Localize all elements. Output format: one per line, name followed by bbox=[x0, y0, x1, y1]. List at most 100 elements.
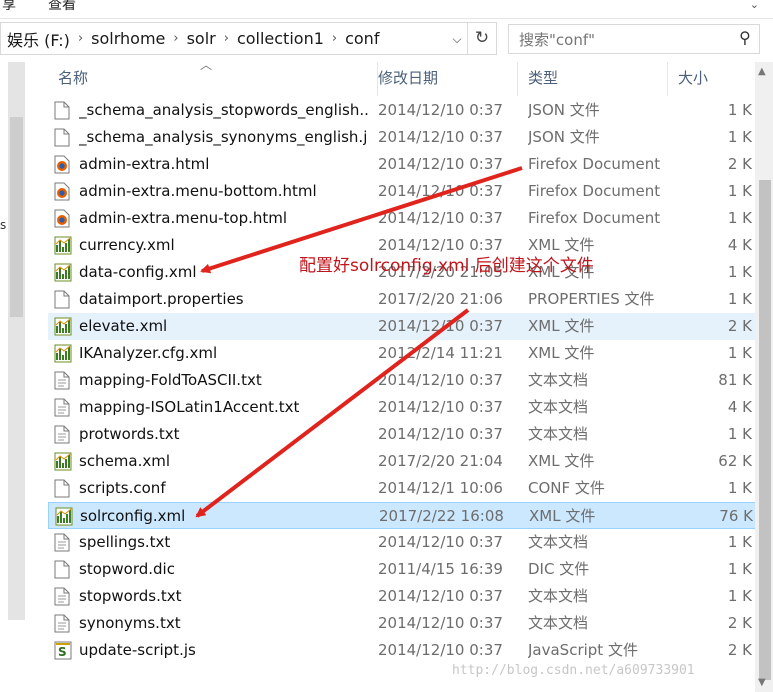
breadcrumb-collection1[interactable]: collection1 bbox=[231, 29, 330, 48]
breadcrumb-solrhome[interactable]: solrhome bbox=[85, 29, 171, 48]
search-box[interactable]: ⚲ bbox=[508, 24, 760, 54]
file-name: mapping-ISOLatin1Accent.txt bbox=[79, 398, 300, 416]
file-type: 文本文档 bbox=[528, 533, 589, 551]
annotation-note: 配置好solrconfig.xml 后创建这个文件 bbox=[299, 256, 594, 276]
file-row[interactable]: mapping-FoldToASCII.txt 2014/12/10 0:37 文本… bbox=[48, 367, 773, 394]
file-date: 2014/12/10 0:37 bbox=[378, 317, 503, 335]
watermark: http://blog.csdn.net/a609733901 bbox=[452, 663, 695, 678]
file-row[interactable]: spellings.txt 2014/12/10 0:37 文本文档 1 K bbox=[48, 529, 773, 556]
file-name: _schema_analysis_synonyms_english.j... bbox=[79, 128, 369, 146]
file-date: 2017/2/22 16:08 bbox=[379, 507, 504, 525]
file-name: admin-extra.menu-top.html bbox=[79, 209, 288, 227]
column-header-size[interactable]: 大小 bbox=[668, 62, 758, 96]
file-row[interactable]: scripts.conf 2014/12/1 10:06 CONF 文件 1 K bbox=[48, 475, 773, 502]
file-row[interactable]: protwords.txt 2014/12/10 0:37 文本文档 1 K bbox=[48, 421, 773, 448]
svg-text:S: S bbox=[58, 645, 67, 659]
file-row[interactable]: elevate.xml 2014/12/10 0:37 XML 文件 2 K bbox=[48, 313, 773, 340]
file-date: 2014/12/10 0:37 bbox=[378, 128, 503, 146]
file-type: XML 文件 bbox=[528, 452, 595, 470]
ribbon-tab-share[interactable]: 享 bbox=[2, 0, 16, 14]
file-icon bbox=[54, 290, 72, 309]
file-size: 2 K bbox=[727, 614, 752, 632]
file-size: 1 K bbox=[727, 209, 752, 227]
file-row[interactable]: Supdate-script.js 2014/12/10 0:37 JavaScri… bbox=[48, 637, 773, 664]
file-type: XML 文件 bbox=[528, 317, 595, 335]
file-row[interactable]: admin-extra.menu-bottom.html 2014/12/10 0… bbox=[48, 178, 773, 205]
column-header-name[interactable]: 名称 bbox=[48, 62, 378, 96]
file-row[interactable]: schema.xml 2017/2/20 21:04 XML 文件 62 K bbox=[48, 448, 773, 475]
file-type: CONF 文件 bbox=[528, 479, 605, 497]
file-type: DIC 文件 bbox=[528, 560, 590, 578]
file-row[interactable]: mapping-ISOLatin1Accent.txt 2014/12/10 0:… bbox=[48, 394, 773, 421]
breadcrumb: 娱乐 (F:) › solrhome › solr › collection1 … bbox=[1, 23, 385, 54]
address-bar[interactable]: 娱乐 (F:) › solrhome › solr › collection1 … bbox=[0, 22, 497, 55]
text-file-icon bbox=[54, 425, 72, 444]
file-date: 2014/12/10 0:37 bbox=[378, 614, 503, 632]
file-date: 2017/2/20 21:04 bbox=[378, 452, 503, 470]
chevron-down-icon[interactable]: ⌵ bbox=[448, 27, 466, 51]
file-size: 1 K bbox=[727, 128, 752, 146]
scroll-down-icon[interactable]: ▼ bbox=[758, 677, 766, 688]
chevron-right-icon[interactable]: › bbox=[222, 31, 231, 46]
file-date: 2014/12/10 0:37 bbox=[378, 425, 503, 443]
xml-file-icon bbox=[54, 263, 72, 282]
ribbon-strip: 享 查看 ⌄ bbox=[0, 0, 773, 19]
file-row[interactable]: stopwords.txt 2014/12/10 0:37 文本文档 1 K bbox=[48, 583, 773, 610]
nav-pane-scrollbar[interactable] bbox=[8, 62, 25, 620]
breadcrumb-drive[interactable]: 娱乐 (F:) bbox=[1, 27, 76, 51]
file-name: _schema_analysis_stopwords_english.... bbox=[79, 101, 369, 119]
chevron-right-icon[interactable]: › bbox=[76, 31, 85, 46]
file-type: 文本文档 bbox=[528, 614, 589, 632]
file-name: IKAnalyzer.cfg.xml bbox=[79, 344, 218, 362]
file-size: 81 K bbox=[718, 371, 752, 389]
breadcrumb-conf[interactable]: conf bbox=[339, 29, 385, 48]
file-size: 1 K bbox=[727, 479, 752, 497]
vertical-scrollbar[interactable]: ▲ ▼ bbox=[755, 62, 773, 692]
file-row[interactable]: admin-extra.menu-top.html 2014/12/10 0:37… bbox=[48, 205, 773, 232]
file-row[interactable]: synonyms.txt 2014/12/10 0:37 文本文档 2 K bbox=[48, 610, 773, 637]
ribbon-tab-view[interactable]: 查看 bbox=[48, 0, 76, 14]
file-row[interactable]: solrconfig.xml 2017/2/22 16:08 XML 文件 76 K bbox=[48, 502, 773, 529]
file-date: 2017/2/20 21:06 bbox=[378, 290, 503, 308]
file-name: admin-extra.menu-bottom.html bbox=[79, 182, 317, 200]
file-name: spellings.txt bbox=[79, 533, 171, 551]
file-date: 2014/12/10 0:37 bbox=[378, 182, 503, 200]
chevron-down-icon[interactable]: ⌄ bbox=[750, 0, 759, 11]
scrollbar-thumb[interactable] bbox=[759, 180, 771, 680]
file-size: 1 K bbox=[727, 560, 752, 578]
file-date: 2014/12/1 10:06 bbox=[378, 479, 503, 497]
file-row[interactable]: dataimport.properties 2017/2/20 21:06 PROP… bbox=[48, 286, 773, 313]
scroll-up-icon[interactable]: ▲ bbox=[758, 66, 766, 77]
file-type: JSON 文件 bbox=[528, 128, 600, 146]
file-row[interactable]: IKAnalyzer.cfg.xml 2012/2/14 11:21 XML 文件 1… bbox=[48, 340, 773, 367]
breadcrumb-solr[interactable]: solr bbox=[181, 29, 222, 48]
file-date: 2014/12/10 0:37 bbox=[378, 533, 503, 551]
file-size: 1 K bbox=[727, 182, 752, 200]
file-date: 2014/12/10 0:37 bbox=[378, 209, 503, 227]
file-name: admin-extra.html bbox=[79, 155, 210, 173]
file-date: 2012/2/14 11:21 bbox=[378, 344, 503, 362]
file-size: 2 K bbox=[727, 155, 752, 173]
nav-pane-fragment: s bbox=[0, 218, 7, 232]
refresh-icon[interactable]: ↻ bbox=[467, 23, 496, 54]
text-file-icon bbox=[54, 533, 72, 552]
file-icon bbox=[54, 560, 72, 579]
file-row[interactable]: admin-extra.html 2014/12/10 0:37 Firefox D… bbox=[48, 151, 773, 178]
chevron-right-icon[interactable]: › bbox=[330, 31, 339, 46]
file-row[interactable]: _schema_analysis_synonyms_english.j... 20… bbox=[48, 124, 773, 151]
search-icon[interactable]: ⚲ bbox=[739, 28, 751, 47]
scrollbar-thumb[interactable] bbox=[10, 117, 23, 317]
file-row[interactable]: _schema_analysis_stopwords_english.... 20… bbox=[48, 97, 773, 124]
file-size: 2 K bbox=[727, 317, 752, 335]
file-type: XML 文件 bbox=[529, 507, 596, 525]
file-date: 2014/12/10 0:37 bbox=[378, 587, 503, 605]
column-header-type[interactable]: 类型 bbox=[518, 62, 668, 96]
file-date: 2014/12/10 0:37 bbox=[378, 101, 503, 119]
file-size: 1 K bbox=[727, 101, 752, 119]
search-input[interactable] bbox=[517, 29, 731, 51]
file-type: Firefox Document bbox=[528, 182, 661, 200]
chevron-right-icon[interactable]: › bbox=[171, 31, 180, 46]
file-row[interactable]: stopword.dic 2011/4/15 16:39 DIC 文件 1 K bbox=[48, 556, 773, 583]
file-size: 1 K bbox=[727, 533, 752, 551]
column-header-date[interactable]: 修改日期 bbox=[368, 62, 518, 96]
